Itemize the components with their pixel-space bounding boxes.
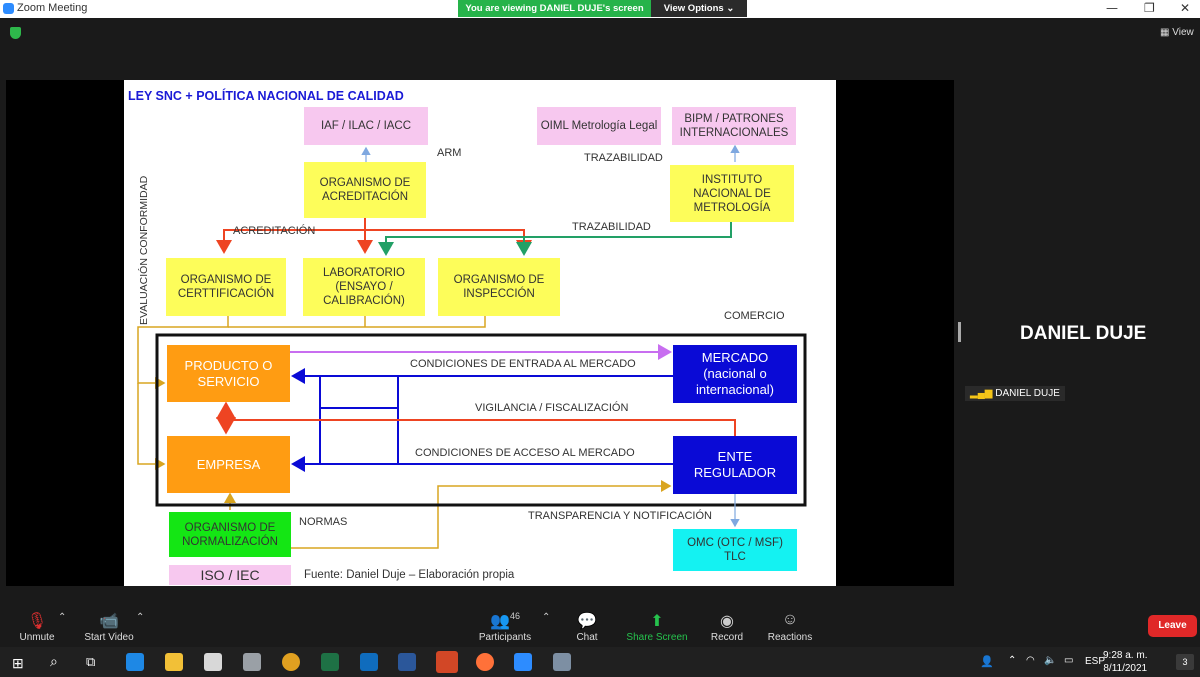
box-laboratorio: LABORATORIO (ENSAYO / CALIBRACIÓN): [303, 258, 425, 316]
box-inm: INSTITUTO NACIONAL DE METROLOGÍA: [670, 165, 794, 222]
leave-button[interactable]: Leave: [1148, 615, 1197, 637]
participants-button[interactable]: 👥46 Participants: [476, 611, 534, 643]
start-video-button[interactable]: 📹 Start Video: [82, 611, 136, 643]
box-iso: ISO / IEC: [169, 565, 291, 585]
reactions-label: Reactions: [767, 632, 813, 643]
unmute-label: Unmute: [19, 632, 55, 643]
vertical-label: EVALUACIÓN CONFORMIDAD: [138, 175, 150, 325]
people-icon[interactable]: 👤: [980, 655, 994, 668]
excel-icon[interactable]: [321, 653, 339, 671]
box-iaf: IAF / ILAC / IACC: [304, 107, 428, 145]
share-screen-button[interactable]: ⬆ Share Screen: [626, 611, 688, 643]
chat-button[interactable]: 💬 Chat: [572, 611, 602, 643]
box-acreditacion: ORGANISMO DE ACREDITACIÓN: [304, 162, 426, 218]
file-explorer-icon[interactable]: [165, 653, 183, 671]
participant-tag-name: DANIEL DUJE: [995, 388, 1060, 399]
view-label: View: [1172, 27, 1194, 38]
participants-label: Participants: [478, 632, 532, 643]
view-options-button[interactable]: View Options ⌄: [651, 0, 747, 17]
diagram-connectors: [137, 144, 807, 549]
audio-options-caret[interactable]: ⌃: [58, 612, 66, 623]
notification-center-button[interactable]: 3: [1176, 654, 1194, 670]
share-screen-label: Share Screen: [626, 632, 688, 643]
label-acreditacion: ACREDITACIÓN: [233, 225, 316, 237]
slide: LEY SNC + POLÍTICA NACIONAL DE CALIDAD E…: [124, 80, 836, 586]
label-transparencia: TRANSPARENCIA Y NOTIFICACIÓN: [528, 510, 712, 522]
powerpoint-icon[interactable]: [436, 651, 458, 673]
box-inspeccion: ORGANISMO DE INSPECCIÓN: [438, 258, 560, 316]
label-normas: NORMAS: [299, 516, 348, 528]
label-arm: ARM: [437, 147, 462, 159]
panel-resize-handle[interactable]: [958, 322, 961, 342]
reactions-icon: ☺: [781, 611, 799, 628]
box-bipm: BIPM / PATRONES INTERNACIONALES: [672, 107, 796, 145]
grid-icon: ▦: [1160, 27, 1173, 38]
chrome-icon[interactable]: [282, 653, 300, 671]
maximize-button[interactable]: ❐: [1144, 1, 1155, 15]
box-empresa: EMPRESA: [167, 436, 290, 493]
language-indicator[interactable]: ESP: [1085, 656, 1105, 667]
video-options-caret[interactable]: ⌃: [136, 612, 144, 623]
video-off-icon: 📹: [99, 613, 119, 630]
chat-label: Chat: [576, 632, 598, 643]
participants-options-caret[interactable]: ⌃: [542, 612, 550, 623]
participant-tag: ▂▄▆ DANIEL DUJE: [965, 386, 1065, 401]
mail-icon[interactable]: [204, 653, 222, 671]
box-mercado: MERCADO (nacional o internacional): [673, 345, 797, 403]
unmute-button[interactable]: 🎙 Unmute: [16, 611, 58, 643]
clock-time: 9:28 a. m.: [1103, 650, 1148, 661]
box-oiml: OIML Metrología Legal: [537, 107, 661, 145]
box-ente-regulador: ENTE REGULADOR: [673, 436, 797, 494]
tray-chevron-icon[interactable]: ⌃: [1008, 655, 1016, 666]
box-producto: PRODUCTO O SERVICIO: [167, 345, 290, 402]
outlook-icon[interactable]: [360, 653, 378, 671]
firefox-icon[interactable]: [476, 653, 494, 671]
label-trazabilidad-2: TRAZABILIDAD: [572, 221, 651, 233]
label-fuente: Fuente: Daniel Duje – Elaboración propia: [304, 569, 515, 581]
share-screen-icon: ⬆: [650, 613, 664, 630]
record-icon: ◉: [720, 613, 734, 630]
viewing-screen-label: You are viewing DANIEL DUJE's screen: [458, 0, 651, 17]
label-entrada: CONDICIONES DE ENTRADA AL MERCADO: [410, 358, 636, 370]
record-button[interactable]: ◉ Record: [708, 611, 746, 643]
photos-icon[interactable]: [553, 653, 571, 671]
keyboard-icon[interactable]: ▭: [1064, 655, 1073, 666]
muted-mic-icon: 🎙: [26, 613, 48, 630]
notification-count: 3: [1182, 657, 1188, 667]
participant-count: 46: [509, 611, 520, 621]
box-normalizacion: ORGANISMO DE NORMALIZACIÓN: [169, 512, 291, 557]
box-omc: OMC (OTC / MSF) TLC: [673, 529, 797, 571]
wifi-icon[interactable]: ◠: [1026, 655, 1035, 666]
window-title: Zoom Meeting: [17, 2, 88, 14]
paint-icon[interactable]: [243, 653, 261, 671]
active-speaker-name: DANIEL DUJE: [1020, 323, 1147, 344]
signal-icon: ▂▄▆: [970, 388, 996, 399]
share-banner: You are viewing DANIEL DUJE's screen Vie…: [458, 0, 747, 17]
windows-start-icon[interactable]: ⊞: [12, 655, 24, 672]
label-vigilancia: VIGILANCIA / FISCALIZACIÓN: [475, 402, 629, 414]
participants-icon: 👥46: [490, 611, 520, 630]
minimize-button[interactable]: —: [1106, 1, 1118, 15]
box-certificacion: ORGANISMO DE CERTTIFICACIÓN: [166, 258, 286, 316]
chat-icon: 💬: [577, 613, 597, 630]
reactions-button[interactable]: ☺ Reactions: [766, 611, 814, 643]
view-button[interactable]: ▦ View: [1160, 27, 1194, 38]
label-trazabilidad-1: TRAZABILIDAD: [584, 152, 663, 164]
record-label: Record: [710, 632, 744, 643]
zoom-icon[interactable]: [514, 653, 532, 671]
word-icon[interactable]: [398, 653, 416, 671]
clock[interactable]: 9:28 a. m. 8/11/2021: [1103, 649, 1147, 675]
close-button[interactable]: ✕: [1180, 1, 1190, 15]
slide-title: LEY SNC + POLÍTICA NACIONAL DE CALIDAD: [128, 89, 404, 103]
task-view-icon[interactable]: ⧉: [86, 654, 95, 670]
volume-icon[interactable]: 🔈: [1044, 655, 1056, 666]
label-acceso: CONDICIONES DE ACCESO AL MERCADO: [415, 447, 635, 459]
search-icon[interactable]: ⌕: [50, 653, 58, 670]
zoom-logo-icon: [3, 3, 14, 14]
label-comercio: COMERCIO: [724, 310, 785, 322]
clock-date: 8/11/2021: [1103, 663, 1148, 674]
edge-icon[interactable]: [126, 653, 144, 671]
start-video-label: Start Video: [84, 632, 134, 643]
shield-icon[interactable]: [10, 27, 21, 39]
